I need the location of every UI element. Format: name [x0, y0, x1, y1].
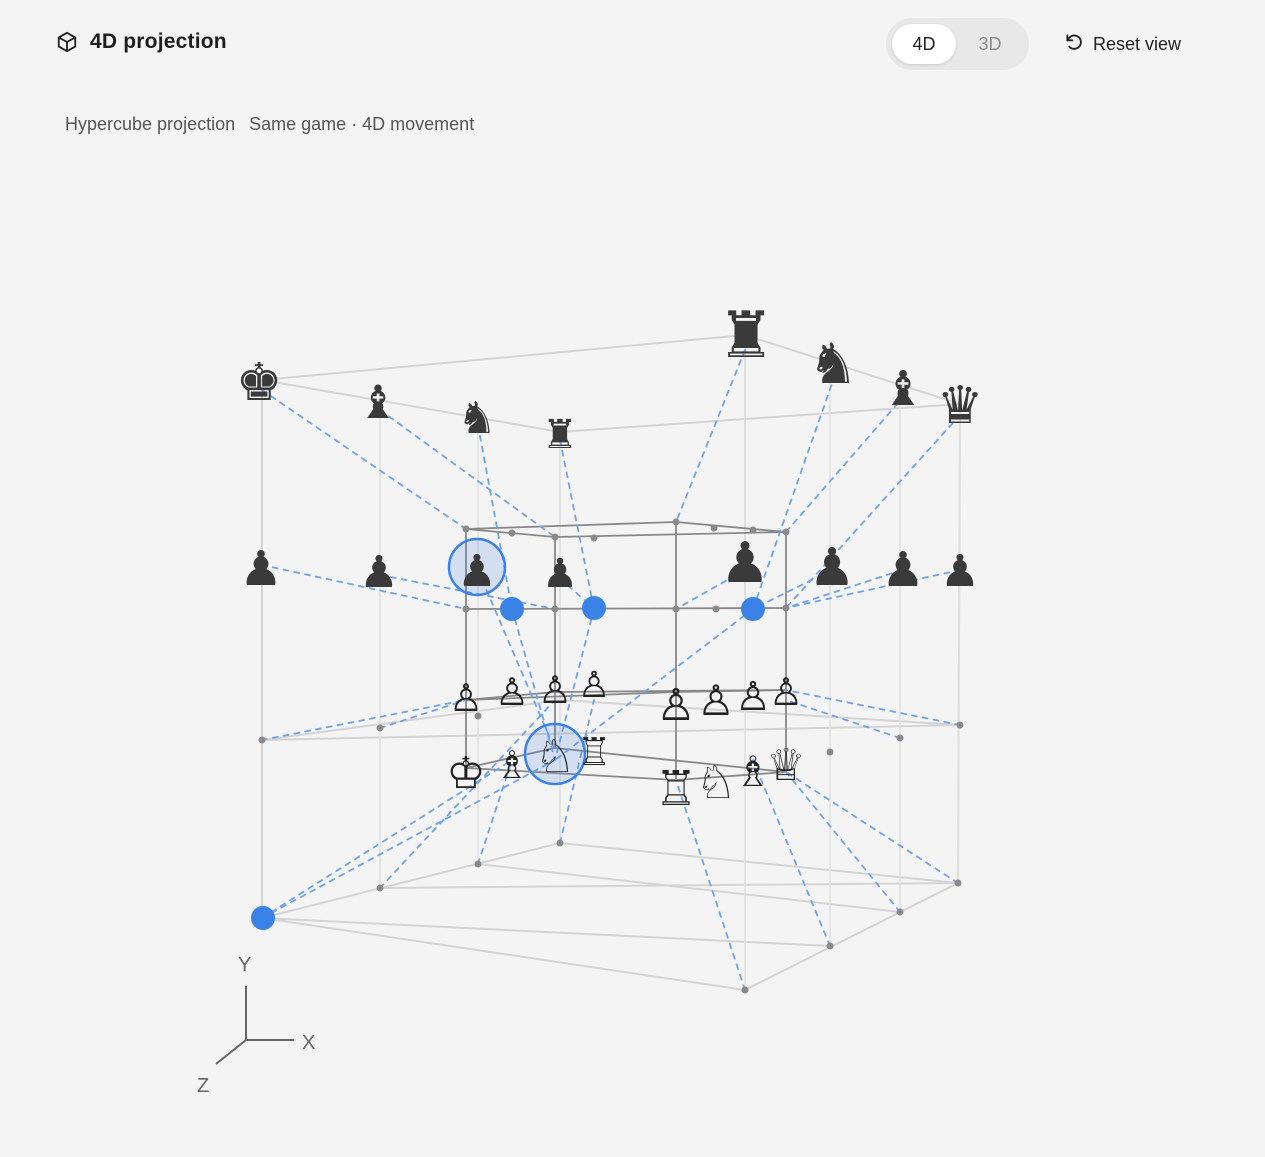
black-knight-piece[interactable]: ♞ — [808, 332, 858, 397]
hypercube-viewport[interactable]: ♚ ♝ ♞ ♜♜ ♞ ♝ ♛♟ ♟ ♟ ♟ ♟ ♟ ♟ ♟♙ ♙ ♙ ♙ ♙ ♙ ♙♙♔ ♗ ♘ ♖♖♘♗♕ Y X Z — [0, 0, 1265, 1157]
vertex-dot — [376, 884, 384, 892]
outer-edge — [744, 882, 959, 991]
projection-line — [785, 699, 901, 739]
vertex-dot — [826, 748, 834, 756]
axis-gizmo: Y X Z — [197, 954, 315, 1097]
black-rook-piece[interactable]: ♜ — [542, 412, 578, 458]
white-knight-piece[interactable]: ♘ — [695, 755, 736, 809]
vertex-dot — [376, 724, 384, 732]
white-pawn-piece[interactable]: ♙ — [769, 670, 803, 714]
black-bishop-piece[interactable]: ♝ — [357, 375, 398, 429]
vertex-dot — [782, 528, 790, 536]
vertex-dot — [896, 908, 904, 916]
move-target-dot[interactable] — [251, 906, 275, 930]
outer-edge — [261, 917, 746, 991]
move-target-dot[interactable] — [741, 597, 765, 621]
white-knight-piece[interactable]: ♘ — [534, 729, 575, 783]
black-pawn-piece[interactable]: ♟ — [542, 551, 578, 597]
vertex-dot — [710, 524, 718, 532]
vertex-dot — [474, 860, 482, 868]
vertex-dot — [672, 605, 680, 613]
white-pawn-piece[interactable]: ♙ — [578, 665, 610, 706]
white-pawn-piece[interactable]: ♙ — [697, 676, 735, 725]
projection-line — [785, 771, 959, 884]
black-rook-piece[interactable]: ♜ — [717, 299, 774, 373]
vertex-dot — [956, 721, 964, 729]
move-target-dot[interactable] — [582, 596, 606, 620]
vertex-dot — [551, 533, 559, 541]
black-king-piece[interactable]: ♚ — [236, 353, 283, 413]
vertex-dot — [462, 605, 470, 613]
white-rook-piece[interactable]: ♖ — [654, 761, 697, 817]
white-king-piece[interactable]: ♔ — [446, 748, 485, 799]
vertex-dot — [551, 605, 559, 613]
vertex-dot — [508, 529, 516, 537]
outer-edge — [261, 334, 746, 381]
axis-label-y: Y — [238, 954, 251, 976]
outer-cube-edges — [261, 334, 961, 991]
black-pawn-piece[interactable]: ♟ — [720, 531, 770, 596]
white-rook-piece[interactable]: ♖ — [577, 730, 611, 774]
chess-pieces[interactable]: ♚ ♝ ♞ ♜♜ ♞ ♝ ♛♟ ♟ ♟ ♟ ♟ ♟ ♟ ♟♙ ♙ ♙ ♙ ♙ ♙ ♙♙♔ ♗ ♘ ♖♖♘♗♕ — [236, 299, 984, 817]
black-queen-piece[interactable]: ♛ — [937, 376, 984, 436]
vertex-dot — [826, 942, 834, 950]
white-bishop-piece[interactable]: ♗ — [495, 743, 529, 787]
white-pawn-piece[interactable]: ♙ — [449, 676, 483, 720]
black-bishop-piece[interactable]: ♝ — [881, 361, 924, 417]
vertex-dot — [556, 839, 564, 847]
black-pawn-piece[interactable]: ♟ — [359, 547, 398, 598]
axis-label-z: Z — [197, 1075, 209, 1097]
projection-line — [675, 349, 746, 523]
white-pawn-piece[interactable]: ♙ — [538, 668, 572, 712]
vertex-dot — [712, 605, 720, 613]
black-pawn-piece[interactable]: ♟ — [809, 538, 856, 598]
black-pawn-piece[interactable]: ♟ — [940, 546, 979, 597]
black-pawn-piece[interactable]: ♟ — [457, 546, 496, 597]
outer-vertical — [957, 403, 961, 884]
projection-line — [261, 699, 467, 741]
vertex-dot — [954, 879, 962, 887]
projection-line — [785, 771, 901, 913]
black-pawn-piece[interactable]: ♟ — [881, 542, 924, 598]
vertex-dot — [462, 525, 470, 533]
inner-edge — [465, 521, 677, 530]
black-knight-piece[interactable]: ♞ — [457, 393, 496, 444]
move-target-dot[interactable] — [500, 597, 524, 621]
vertex-dot — [896, 734, 904, 742]
vertex-dot — [672, 518, 680, 526]
white-pawn-piece[interactable]: ♙ — [656, 680, 695, 731]
projection-lines — [261, 349, 961, 991]
outer-edge — [261, 379, 561, 433]
vertex-dot — [782, 604, 790, 612]
white-pawn-piece[interactable]: ♙ — [735, 674, 771, 720]
white-pawn-piece[interactable]: ♙ — [495, 670, 529, 714]
black-pawn-piece[interactable]: ♟ — [239, 541, 282, 597]
outer-edge — [559, 842, 959, 884]
vertex-dot — [741, 986, 749, 994]
vertex-dot — [590, 534, 598, 542]
axis-label-x: X — [302, 1032, 315, 1054]
vertex-dot — [258, 736, 266, 744]
white-queen-piece[interactable]: ♕ — [766, 740, 805, 791]
